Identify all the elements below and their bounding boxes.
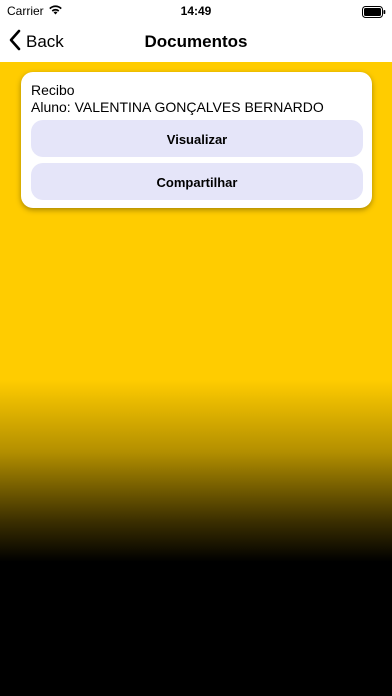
- document-title: Recibo: [31, 82, 75, 98]
- share-button[interactable]: Compartilhar: [31, 163, 363, 200]
- content-area: Recibo Aluno: VALENTINA GONÇALVES BERNAR…: [0, 62, 392, 696]
- navigation-bar: Back Documentos: [0, 22, 392, 62]
- page-title: Documentos: [144, 32, 248, 51]
- status-bar: Carrier 14:49: [0, 0, 392, 22]
- student-name: Aluno: VALENTINA GONÇALVES BERNARDO: [31, 99, 324, 115]
- battery-icon: [362, 5, 386, 18]
- status-time: 14:49: [180, 4, 212, 18]
- document-card: Recibo Aluno: VALENTINA GONÇALVES BERNAR…: [21, 72, 372, 208]
- view-button[interactable]: Visualizar: [31, 120, 363, 157]
